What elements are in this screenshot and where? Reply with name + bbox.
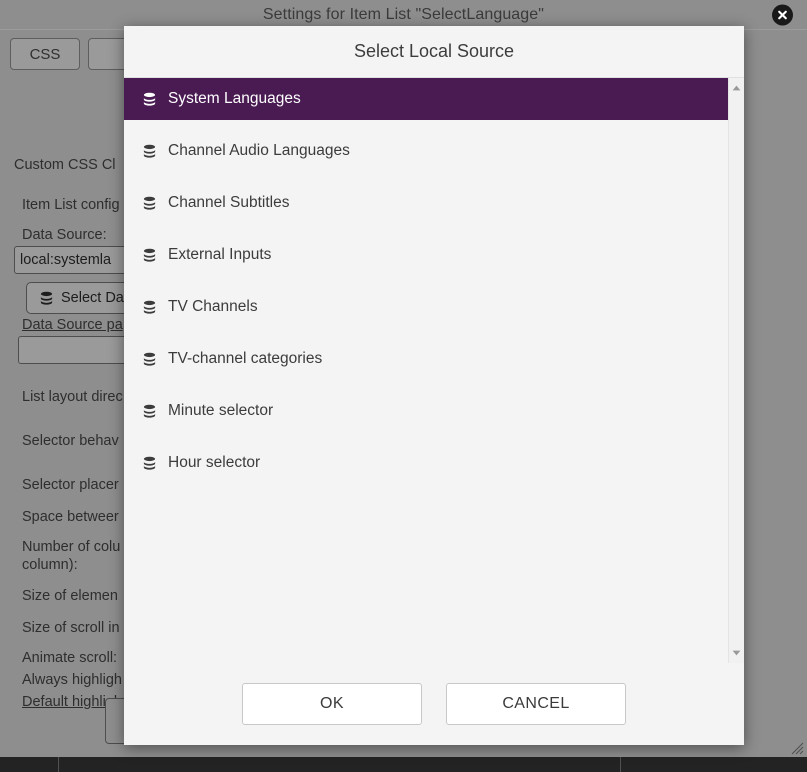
label-selector-behaviour: Selector behav	[22, 433, 119, 449]
label-always-highlight: Always highligh	[22, 672, 122, 688]
list-item[interactable]: Channel Subtitles	[124, 182, 728, 224]
label-data-source-param: Data Source pa	[22, 317, 123, 333]
select-local-source-dialog: Select Local Source System Languages Chan…	[124, 26, 744, 745]
list-item-label: TV Channels	[168, 298, 258, 315]
dialog-footer: OK CANCEL	[124, 663, 744, 745]
database-icon	[143, 248, 156, 262]
dialog-title: Select Local Source	[124, 26, 744, 78]
database-icon	[40, 291, 53, 305]
dialog-list-container: System Languages Channel Audio Languages C…	[124, 78, 744, 663]
chevron-down-icon[interactable]	[729, 645, 744, 661]
list-item[interactable]: Minute selector	[124, 390, 728, 432]
label-space-between: Space betweer	[22, 509, 119, 525]
label-size-of-scroll: Size of scroll in	[22, 620, 120, 636]
database-icon	[143, 144, 156, 158]
label-size-of-element: Size of elemen	[22, 588, 118, 604]
ok-button[interactable]: OK	[242, 683, 422, 725]
list-scrollbar[interactable]	[728, 78, 744, 663]
window-title: Settings for Item List "SelectLanguage"	[262, 5, 545, 23]
select-data-source-button[interactable]: Select Da	[26, 282, 137, 314]
local-source-list[interactable]: System Languages Channel Audio Languages C…	[124, 78, 728, 663]
database-icon	[143, 456, 156, 470]
list-item[interactable]: TV-channel categories	[124, 338, 728, 380]
list-item-label: External Inputs	[168, 246, 272, 263]
list-item-label: Minute selector	[168, 402, 274, 419]
tab-css-label: CSS	[29, 45, 61, 63]
label-list-layout-direction: List layout direc	[22, 389, 123, 405]
list-item[interactable]: System Languages	[124, 78, 728, 120]
label-item-list-config: Item List config	[22, 197, 120, 213]
label-animate-scroll: Animate scroll:	[22, 650, 118, 666]
database-icon	[143, 352, 156, 366]
database-icon	[143, 92, 156, 106]
chevron-up-icon[interactable]	[729, 80, 744, 96]
database-icon	[143, 404, 156, 418]
select-data-source-label: Select Da	[61, 290, 124, 306]
label-number-of-columns: Number of colu	[22, 539, 121, 555]
label-selector-placement: Selector placer	[22, 477, 119, 493]
label-custom-css-class: Custom CSS Cl	[14, 157, 116, 173]
list-item-label: Channel Subtitles	[168, 194, 290, 211]
database-icon	[143, 196, 156, 210]
label-number-of-columns-line2: column):	[22, 557, 78, 574]
list-item-label: System Languages	[168, 90, 301, 107]
list-item-label: Hour selector	[168, 454, 261, 471]
cancel-button[interactable]: CANCEL	[446, 683, 626, 725]
resize-grip-icon[interactable]	[790, 741, 804, 755]
close-circle-icon[interactable]	[772, 4, 793, 25]
list-item[interactable]: Hour selector	[124, 442, 728, 484]
list-item[interactable]: Channel Audio Languages	[124, 130, 728, 172]
database-icon	[143, 300, 156, 314]
tab-css[interactable]: CSS	[10, 38, 80, 70]
list-item-label: TV-channel categories	[168, 350, 323, 367]
list-item[interactable]: External Inputs	[124, 234, 728, 276]
taskbar-strip	[0, 757, 807, 772]
screen: Settings for Item List "SelectLanguage" …	[0, 0, 807, 772]
list-item-label: Channel Audio Languages	[168, 142, 350, 159]
label-data-source: Data Source:	[22, 227, 107, 243]
list-item[interactable]: TV Channels	[124, 286, 728, 328]
